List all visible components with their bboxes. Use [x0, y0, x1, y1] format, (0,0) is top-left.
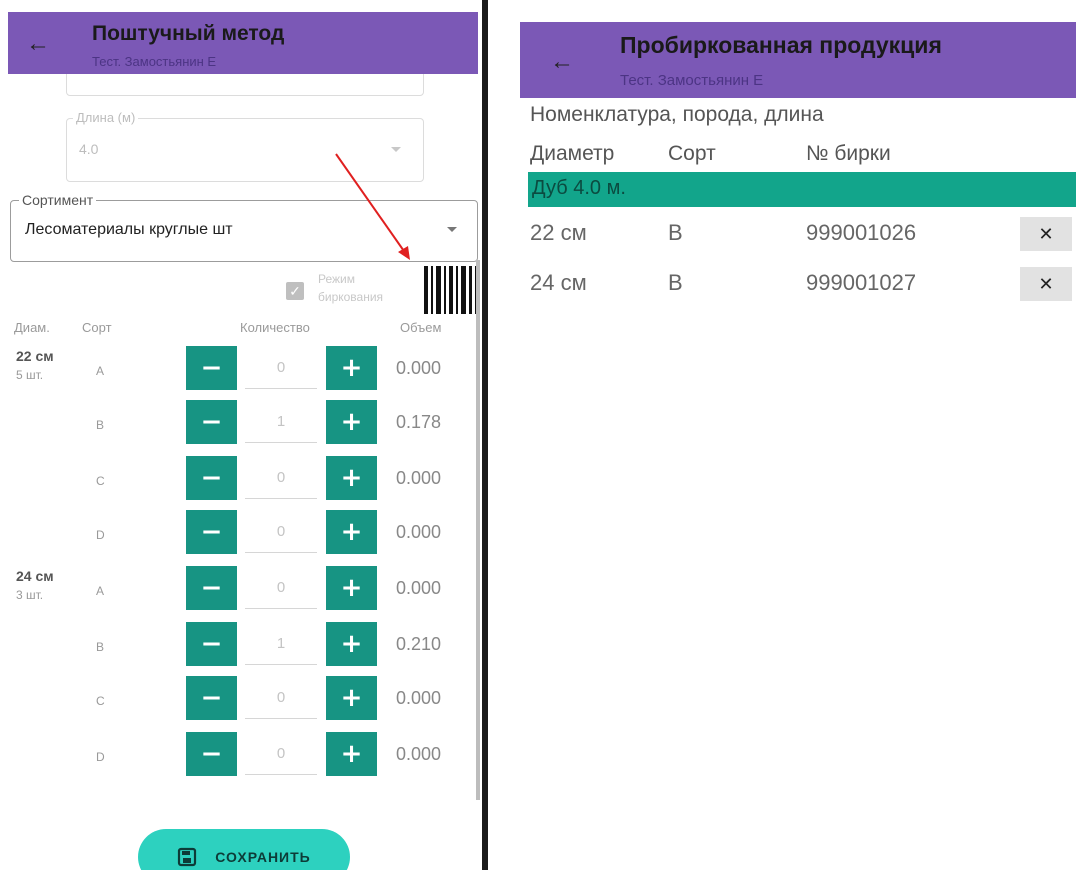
right-header-line: Номенклатура, порода, длина	[530, 103, 824, 126]
increment-button[interactable]: +	[326, 510, 377, 554]
tagging-mode-label-2: биркования	[318, 290, 384, 304]
save-button[interactable]: СОХРАНИТЬ	[138, 829, 350, 870]
tagging-mode-label-1: Режим	[318, 272, 355, 286]
quantity-input[interactable]: 0	[245, 512, 317, 553]
col-header-quantity: Количество	[240, 320, 310, 335]
grade-label: B	[96, 640, 105, 654]
right-col-tag: № бирки	[806, 142, 891, 165]
back-arrow-icon[interactable]: ←	[550, 50, 574, 74]
diameter-count: 3 шт.	[16, 588, 44, 602]
delete-tag-button[interactable]: ✕	[1020, 217, 1072, 251]
right-page-title: Пробиркованная продукция	[620, 32, 942, 58]
quantity-input[interactable]: 1	[245, 624, 317, 665]
increment-button[interactable]: +	[326, 346, 377, 390]
page-subtitle: Тест. Замостьянин Е	[92, 54, 217, 69]
right-page-subtitle: Тест. Замостьянин Е	[620, 72, 764, 89]
page-title: Поштучный метод	[92, 22, 285, 45]
decrement-button[interactable]: −	[186, 676, 237, 720]
tag-row-grade: B	[668, 220, 683, 245]
col-header-volume: Объем	[400, 320, 442, 335]
tag-row-diameter: 24 см	[530, 270, 587, 295]
diameter-label: 24 см	[16, 568, 54, 584]
save-button-label: СОХРАНИТЬ	[215, 849, 311, 865]
left-screen: ← Поштучный метод Тест. Замостьянин Е Дл…	[0, 0, 482, 870]
increment-button[interactable]: +	[326, 676, 377, 720]
grade-label: C	[96, 694, 105, 708]
delete-tag-button[interactable]: ✕	[1020, 267, 1072, 301]
col-header-grade: Сорт	[82, 320, 112, 335]
right-col-grade: Сорт	[668, 142, 716, 165]
tag-row-number: 999001027	[806, 270, 917, 295]
col-header-diameter: Диам.	[14, 320, 50, 335]
quantity-input[interactable]: 0	[245, 678, 317, 719]
grade-label: D	[96, 750, 105, 764]
assortment-field-label: Сортимент	[19, 192, 97, 208]
group-title: Дуб 4.0 м.	[532, 177, 626, 199]
grade-label: A	[96, 364, 105, 378]
barcode-scan-icon[interactable]	[422, 266, 480, 314]
tag-row-grade: B	[668, 270, 683, 295]
volume-value: 0.000	[396, 688, 442, 708]
decrement-button[interactable]: −	[186, 346, 237, 390]
decrement-button[interactable]: −	[186, 456, 237, 500]
length-field-label: Длина (м)	[73, 110, 139, 125]
right-app-bar: ← Пробиркованная продукция Тест. Замость…	[520, 22, 1076, 98]
volume-value: 0.000	[396, 744, 442, 764]
grade-label: A	[96, 584, 105, 598]
grade-label: C	[96, 474, 105, 488]
volume-value: 0.210	[396, 634, 442, 654]
tag-row-diameter: 22 см	[530, 220, 587, 245]
chevron-down-icon	[447, 227, 457, 232]
quantity-input[interactable]: 0	[245, 734, 317, 775]
volume-value: 0.000	[396, 522, 442, 542]
quantity-input[interactable]: 1	[245, 402, 317, 443]
grade-label: D	[96, 528, 105, 542]
floppy-disk-icon	[178, 847, 197, 867]
quantity-input[interactable]: 0	[245, 458, 317, 499]
volume-value: 0.000	[396, 358, 442, 378]
quantity-input[interactable]: 0	[245, 348, 317, 389]
tag-row-number: 999001026	[806, 220, 917, 245]
back-arrow-icon[interactable]: ←	[26, 32, 50, 56]
decrement-button[interactable]: −	[186, 566, 237, 610]
increment-button[interactable]: +	[326, 400, 377, 444]
diameter-count: 5 шт.	[16, 368, 44, 382]
decrement-button[interactable]: −	[186, 400, 237, 444]
tagging-mode-checkbox[interactable]: ✓	[286, 282, 304, 300]
increment-button[interactable]: +	[326, 622, 377, 666]
scrollbar[interactable]	[476, 260, 480, 800]
assortment-field-value: Лесоматериалы круглые шт	[25, 221, 233, 238]
length-field-value: 4.0	[79, 141, 99, 157]
increment-button[interactable]: +	[326, 566, 377, 610]
right-col-diameter: Диаметр	[530, 142, 615, 165]
increment-button[interactable]: +	[326, 732, 377, 776]
decrement-button[interactable]: −	[186, 510, 237, 554]
volume-value: 0.178	[396, 412, 442, 432]
screens-divider	[482, 0, 488, 870]
decrement-button[interactable]: −	[186, 622, 237, 666]
volume-value: 0.000	[396, 578, 442, 598]
group-header: Дуб 4.0 м.	[528, 172, 1076, 207]
volume-value: 0.000	[396, 468, 442, 488]
left-app-bar: ← Поштучный метод Тест. Замостьянин Е	[8, 12, 478, 74]
decrement-button[interactable]: −	[186, 732, 237, 776]
diameter-label: 22 см	[16, 348, 54, 364]
quantity-input[interactable]: 0	[245, 568, 317, 609]
grade-label: B	[96, 418, 105, 432]
increment-button[interactable]: +	[326, 456, 377, 500]
annotation-arrow	[335, 153, 410, 260]
